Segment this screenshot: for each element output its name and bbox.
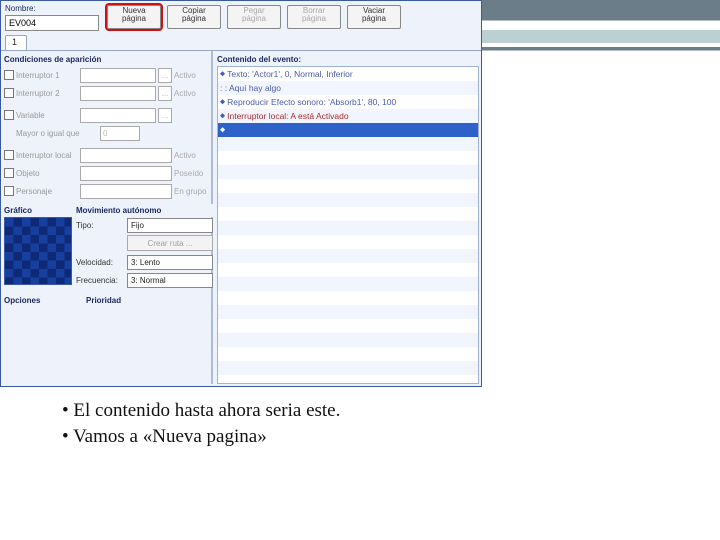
localswitch-label: Interruptor local: [16, 151, 78, 160]
delete-page-button[interactable]: Borrar página: [287, 5, 341, 29]
switch2-side: Activo: [174, 89, 208, 98]
graphic-title: Gráfico: [4, 204, 72, 217]
variable-select[interactable]: [80, 108, 156, 123]
switch2-pick-button[interactable]: ...: [158, 86, 172, 101]
create-route-button[interactable]: Crear ruta ...: [127, 235, 213, 251]
diamond-icon: ◆: [220, 111, 225, 121]
graphic-preview[interactable]: [4, 217, 72, 285]
switch2-select[interactable]: [80, 86, 156, 101]
switch1-label: Interruptor 1: [16, 71, 78, 80]
contents-title: Contenido del evento:: [217, 53, 479, 66]
diamond-icon: ◆: [220, 69, 225, 79]
item-select[interactable]: [80, 166, 172, 181]
movement-speed-select[interactable]: 3: Lento: [127, 255, 213, 270]
actor-label: Personaje: [16, 187, 78, 196]
new-page-l2: página: [108, 15, 160, 23]
diamond-icon: ◆: [220, 97, 225, 107]
movement-freq-select[interactable]: 3: Normal: [127, 273, 213, 288]
cmd-text: : : Aquí hay algo: [220, 83, 281, 93]
conditions-title: Condiciones de aparición: [4, 53, 208, 66]
cmd-line-selected[interactable]: ◆: [218, 123, 478, 137]
variable-pick-button[interactable]: ...: [158, 108, 172, 123]
actor-checkbox[interactable]: [4, 186, 14, 196]
event-command-list[interactable]: ◆Texto: 'Actor1', 0, Normal, Inferior : …: [217, 66, 479, 384]
paste-page-l2: página: [228, 15, 280, 23]
switch1-side: Activo: [174, 71, 208, 80]
name-label: Nombre:: [5, 4, 99, 13]
variable-checkbox[interactable]: [4, 110, 14, 120]
switch2-checkbox[interactable]: [4, 88, 14, 98]
variable-compare-value[interactable]: 0: [100, 126, 140, 141]
movement-type-label: Tipo:: [76, 221, 124, 230]
item-label: Objeto: [16, 169, 78, 178]
actor-select[interactable]: [80, 184, 172, 199]
event-editor-window: Nombre: Nueva página Copiar página Pegar…: [0, 0, 482, 387]
options-title: Opciones: [4, 294, 74, 307]
variable-compare-label: Mayor o igual que: [16, 129, 98, 138]
new-page-button[interactable]: Nueva página: [107, 5, 161, 29]
movement-type-select[interactable]: Fijo: [127, 218, 213, 233]
del-page-l2: página: [288, 15, 340, 23]
localswitch-checkbox[interactable]: [4, 150, 14, 160]
page-tab-bar: 1: [1, 35, 481, 51]
diamond-icon: ◆: [220, 125, 225, 135]
movement-title: Movimiento autónomo: [76, 204, 213, 217]
item-checkbox[interactable]: [4, 168, 14, 178]
clear-page-button[interactable]: Vaciar página: [347, 5, 401, 29]
cmd-line[interactable]: : : Aquí hay algo: [218, 81, 478, 95]
paste-page-button[interactable]: Pegar página: [227, 5, 281, 29]
cmd-line[interactable]: ◆Reproducir Efecto sonoro: 'Absorb1', 80…: [218, 95, 478, 109]
copy-page-button[interactable]: Copiar página: [167, 5, 221, 29]
copy-page-l2: página: [168, 15, 220, 23]
clear-page-l2: página: [348, 15, 400, 23]
item-side: Poseído: [174, 169, 208, 178]
switch2-label: Interruptor 2: [16, 89, 78, 98]
bullet-1: El contenido hasta ahora seria este.: [62, 398, 340, 424]
tab-1[interactable]: 1: [5, 35, 27, 50]
bullet-2: Vamos a «Nueva pagina»: [62, 424, 340, 450]
slide-bullets: El contenido hasta ahora seria este. Vam…: [62, 398, 340, 449]
switch1-checkbox[interactable]: [4, 70, 14, 80]
cmd-text: Texto: 'Actor1', 0, Normal, Inferior: [227, 69, 353, 79]
localswitch-side: Activo: [174, 151, 208, 160]
priority-title: Prioridad: [86, 294, 156, 307]
name-input[interactable]: [5, 15, 99, 31]
cmd-line[interactable]: ◆Interruptor local: A está Activado: [218, 109, 478, 123]
variable-label: Variable: [16, 111, 78, 120]
switch1-select[interactable]: [80, 68, 156, 83]
actor-side: En grupo: [174, 187, 208, 196]
localswitch-select[interactable]: [80, 148, 172, 163]
cmd-line[interactable]: ◆Texto: 'Actor1', 0, Normal, Inferior: [218, 67, 478, 81]
movement-freq-label: Frecuencia:: [76, 276, 124, 285]
cmd-text: Interruptor local: A está Activado: [227, 111, 348, 121]
cmd-text: Reproducir Efecto sonoro: 'Absorb1', 80,…: [227, 97, 396, 107]
switch1-pick-button[interactable]: ...: [158, 68, 172, 83]
movement-speed-label: Velocidad:: [76, 258, 124, 267]
